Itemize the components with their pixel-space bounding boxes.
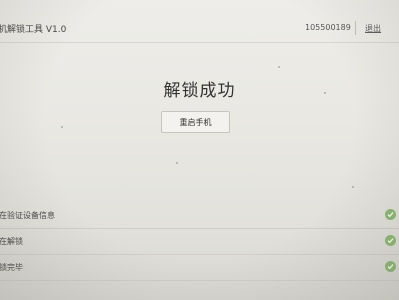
app-title: 机解锁工具 V1.0 [0,25,67,35]
screen-speck [61,126,63,128]
screen-speck [278,66,280,68]
step-label: 在解锁 [0,237,23,246]
header-divider [355,21,356,35]
step-item-unlocking: 在解锁 [0,229,399,255]
step-item-done: 锁完毕 [0,255,399,281]
screen-speck [352,186,354,188]
check-icon [385,235,396,246]
step-label: 锁完毕 [0,263,23,272]
check-icon [385,261,396,272]
top-bar: 机解锁工具 V1.0 105500189 退出 [0,18,399,40]
screen-speck [176,162,178,164]
check-icon [385,209,396,220]
step-item-verify: 在验证设备信息 [0,203,399,229]
app-window: 机解锁工具 V1.0 105500189 退出 解锁成功 重启手机 在验证设备信… [0,0,399,300]
header-separator [0,42,399,43]
restart-phone-button[interactable]: 重启手机 [161,111,230,133]
exit-link[interactable]: 退出 [365,23,381,34]
step-label: 在验证设备信息 [0,211,55,220]
unlock-status-title: 解锁成功 [163,81,236,101]
step-list: 在验证设备信息 在解锁 锁完毕 [0,203,399,281]
device-id: 105500189 [305,23,351,32]
screen-speck [324,92,326,94]
